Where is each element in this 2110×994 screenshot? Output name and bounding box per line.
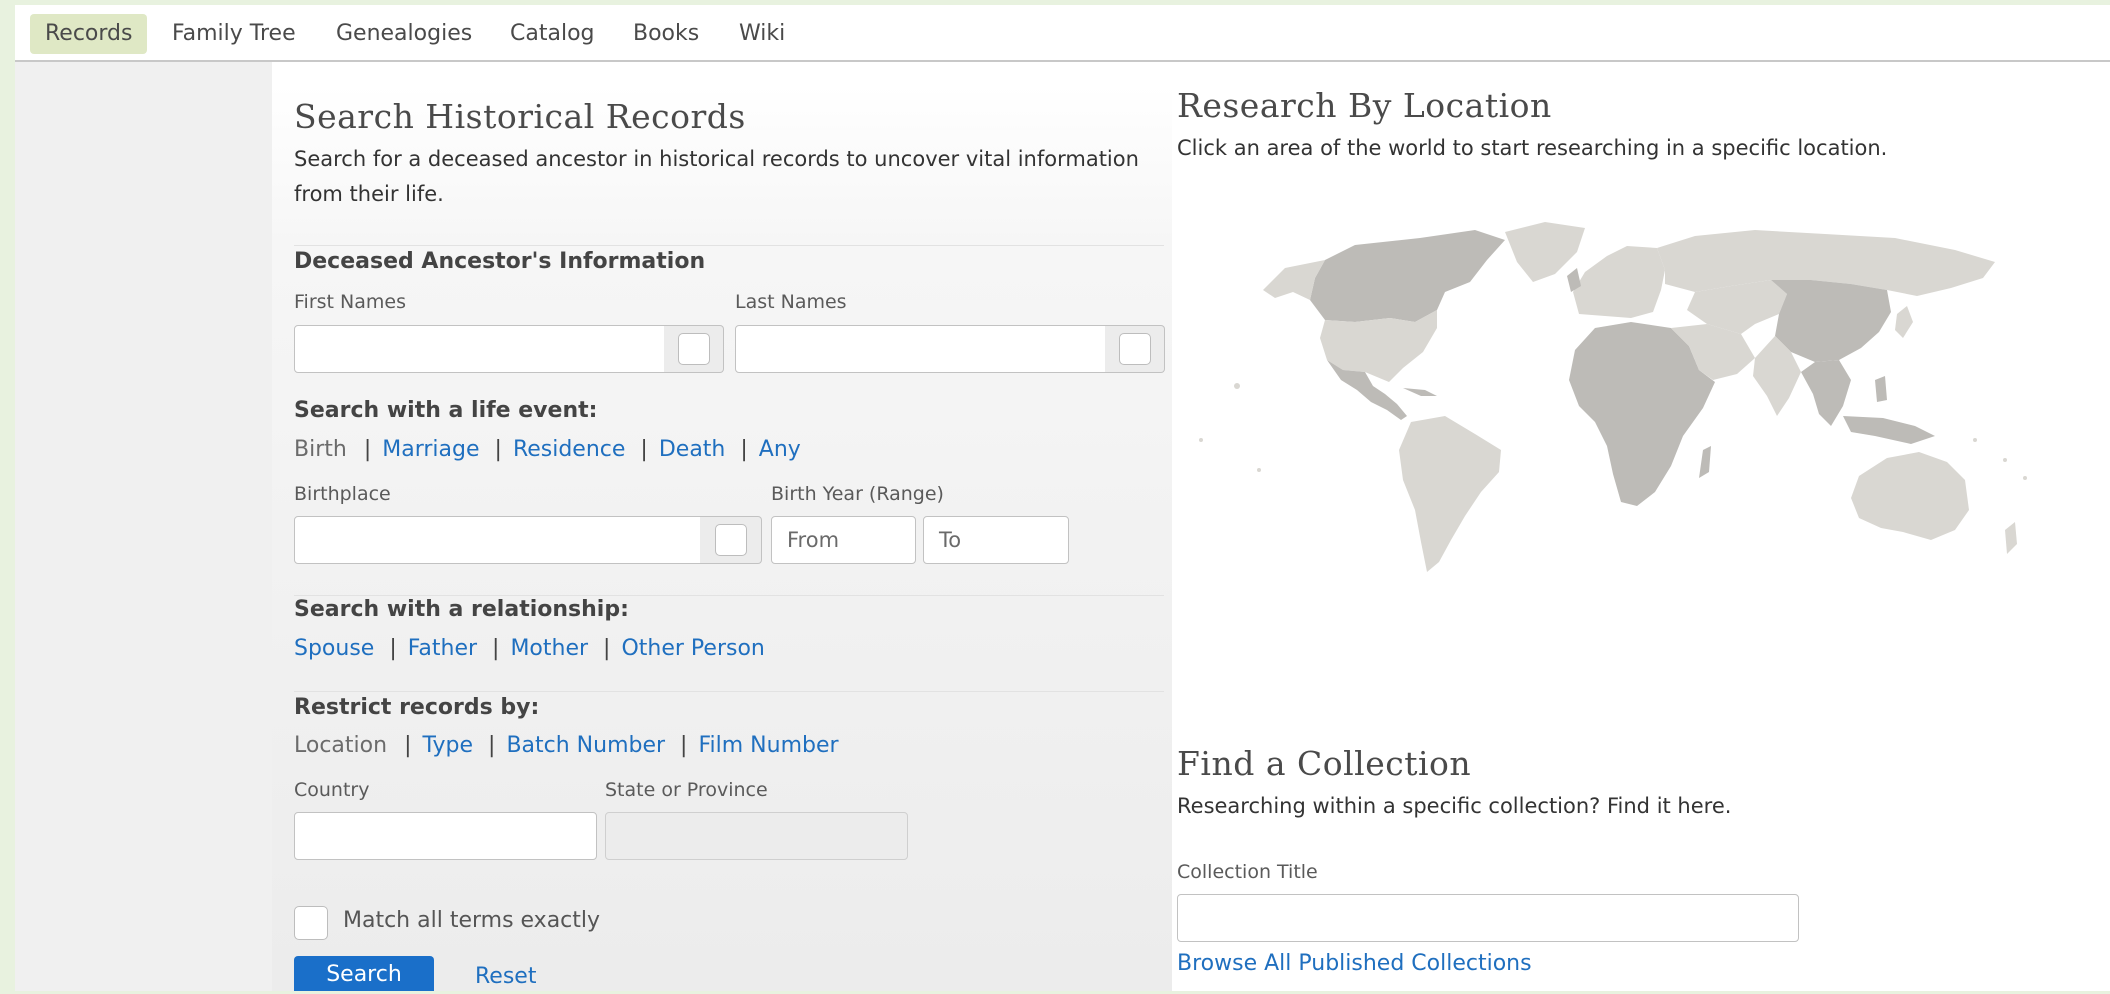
divider [294,245,1164,246]
map-region-east-asia[interactable] [1771,280,1891,362]
relationship-mother[interactable]: Mother [510,636,588,661]
left-sidebar [15,62,272,991]
birth-year-from-input[interactable]: From [771,516,916,564]
country-input[interactable] [294,812,597,860]
browse-collections-link[interactable]: Browse All Published Collections [1177,951,1532,976]
birth-year-label: Birth Year (Range) [771,483,944,505]
map-region-australia[interactable] [1851,452,1969,540]
search-panel: Search Historical Records Search for a d… [272,85,1172,991]
life-event-any[interactable]: Any [759,437,801,462]
page: Records Family Tree Genealogies Catalog … [15,5,2110,991]
to-placeholder: To [939,528,962,552]
search-description: Search for a deceased ancestor in histor… [294,147,1139,206]
map-region-pacific-islands[interactable] [2023,476,2027,480]
separator: | [640,437,648,462]
life-event-birth: Birth [294,437,347,462]
last-names-label: Last Names [735,291,847,313]
separator: | [404,733,412,758]
map-region-madagascar[interactable] [1699,446,1711,478]
relationship-other-person[interactable]: Other Person [621,636,764,661]
life-event-heading: Search with a life event: [294,398,598,423]
relationship-father[interactable]: Father [408,636,477,661]
nav-books[interactable]: Books [618,14,714,54]
match-exactly-checkbox[interactable] [294,906,328,940]
life-event-residence[interactable]: Residence [513,437,625,462]
relationship-links: Spouse | Father | Mother | Other Person [294,636,765,661]
life-event-marriage[interactable]: Marriage [382,437,479,462]
separator: | [389,636,397,661]
nav-wiki[interactable]: Wiki [724,14,800,54]
restrict-type[interactable]: Type [422,733,473,758]
divider [294,691,1164,692]
first-names-label: First Names [294,291,406,313]
restrict-batch-number[interactable]: Batch Number [506,733,665,758]
collection-title: Find a Collection [1177,744,1472,783]
restrict-film-number[interactable]: Film Number [698,733,838,758]
map-region-new-zealand[interactable] [2005,522,2017,554]
map-region-pacific-islands[interactable] [2003,458,2007,462]
separator: | [494,437,502,462]
restrict-links: Location | Type | Batch Number | Film Nu… [294,733,839,758]
last-names-exact-toggle[interactable] [1105,325,1165,373]
map-region-canada[interactable] [1310,230,1505,322]
first-names-input[interactable] [294,325,666,373]
ancestor-heading: Deceased Ancestor's Information [294,249,706,274]
map-region-philippines[interactable] [1875,376,1887,402]
map-region-southeast-asia[interactable] [1801,360,1935,444]
map-region-japan[interactable] [1895,306,1913,338]
checkbox-icon [1118,333,1151,365]
separator: | [363,437,372,462]
checkbox-icon [714,524,747,556]
divider [294,595,1164,596]
country-label: Country [294,779,370,801]
birthplace-input[interactable] [294,516,702,564]
relationship-spouse[interactable]: Spouse [294,636,374,661]
search-title: Search Historical Records [294,97,746,136]
nav-family-tree[interactable]: Family Tree [157,14,311,54]
location-description: Click an area of the world to start rese… [1177,136,1888,160]
match-exactly-label: Match all terms exactly [343,908,601,933]
state-label: State or Province [605,779,768,801]
from-placeholder: From [787,528,840,552]
map-region-south-america[interactable] [1399,416,1501,572]
map-region-pacific-islands[interactable] [1199,438,1203,442]
nav-records[interactable]: Records [30,14,148,54]
life-event-links: Birth | Marriage | Residence | Death | A… [294,437,801,462]
state-input [605,812,908,860]
search-button[interactable]: Search [294,956,434,991]
collection-description: Researching within a specific collection… [1177,794,1732,818]
birth-year-to-input[interactable]: To [923,516,1069,564]
map-region-pacific-islands[interactable] [1234,383,1240,389]
restrict-location: Location [294,733,388,758]
collection-title-input[interactable] [1177,894,1799,942]
map-region-pacific-islands[interactable] [1257,468,1261,472]
location-title: Research By Location [1177,86,1552,125]
first-names-exact-toggle[interactable] [664,325,724,373]
relationship-heading: Search with a relationship: [294,597,629,622]
collection-title-label: Collection Title [1177,861,1318,883]
map-region-europe[interactable] [1573,246,1665,318]
birthplace-exact-toggle[interactable] [700,516,762,564]
world-map [1199,222,2027,572]
nav-genealogies[interactable]: Genealogies [321,14,487,54]
checkbox-icon [677,333,710,365]
map-region-pacific-islands[interactable] [1973,438,1977,442]
separator: | [603,636,611,661]
separator: | [740,437,748,462]
last-names-input[interactable] [735,325,1107,373]
birthplace-label: Birthplace [294,483,391,505]
reset-link[interactable]: Reset [475,964,536,989]
nav-catalog[interactable]: Catalog [495,14,610,54]
map-region-caribbean[interactable] [1403,388,1437,396]
restrict-heading: Restrict records by: [294,695,540,720]
separator: | [680,733,688,758]
separator: | [492,636,500,661]
top-nav: Records Family Tree Genealogies Catalog … [15,5,2110,62]
separator: | [488,733,496,758]
life-event-death[interactable]: Death [659,437,726,462]
